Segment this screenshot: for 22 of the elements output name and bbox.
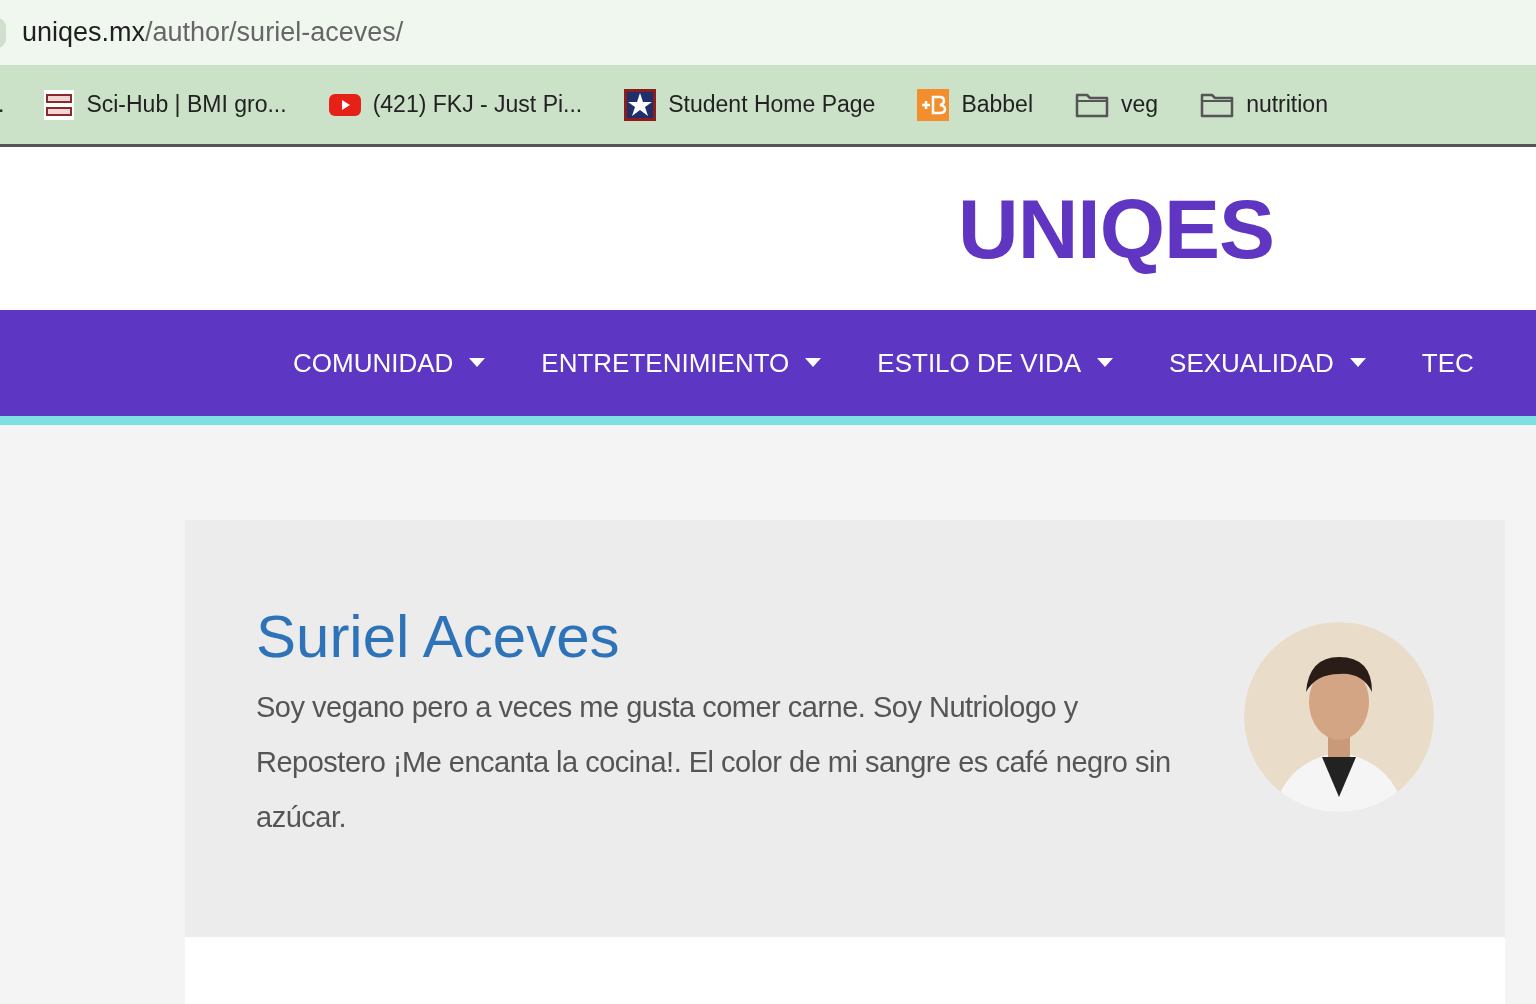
folder-icon <box>1075 91 1110 118</box>
author-bio: Soy vegano pero a veces me gusta comer carne. Soy Nutriologo y Repostero ¡Me encanta la cocina!. El color de mi sangre es café negro sin azúcar. <box>256 690 1172 835</box>
plus-icon <box>917 88 950 121</box>
bookmark[interactable]: Babbel <box>917 87 1034 122</box>
play-icon <box>328 93 361 116</box>
url-text: uniqes.mx/author/suriel-aceves/ <box>22 16 404 50</box>
nav-item[interactable]: ESTILO DE VIDA <box>877 343 1114 383</box>
nav-item[interactable]: ENTRETENIMIENTO <box>541 343 822 383</box>
address-bar[interactable]: uniqes.mx/author/suriel-aceves/ <box>0 0 1536 65</box>
author-name: Suriel Aceves <box>256 602 621 672</box>
bookmark[interactable]: . <box>0 87 5 122</box>
bookmark-folder[interactable]: nutrition <box>1200 87 1328 122</box>
folder-icon <box>1200 91 1235 118</box>
nav-item[interactable]: SEXUALIDAD <box>1169 343 1366 383</box>
nav-item[interactable]: COMUNIDAD <box>293 343 486 383</box>
bookmark[interactable]: (421) FKJ - Just Pi... <box>328 87 583 122</box>
bookmark[interactable]: Student Home Page <box>624 87 876 122</box>
star-icon <box>624 88 657 121</box>
bookmark-folder[interactable]: veg <box>1075 87 1159 122</box>
bookmark[interactable]: Sci-Hub | BMI gro... <box>44 87 287 122</box>
nav-item[interactable]: TEC <box>1421 343 1474 383</box>
document-icon <box>44 89 75 120</box>
